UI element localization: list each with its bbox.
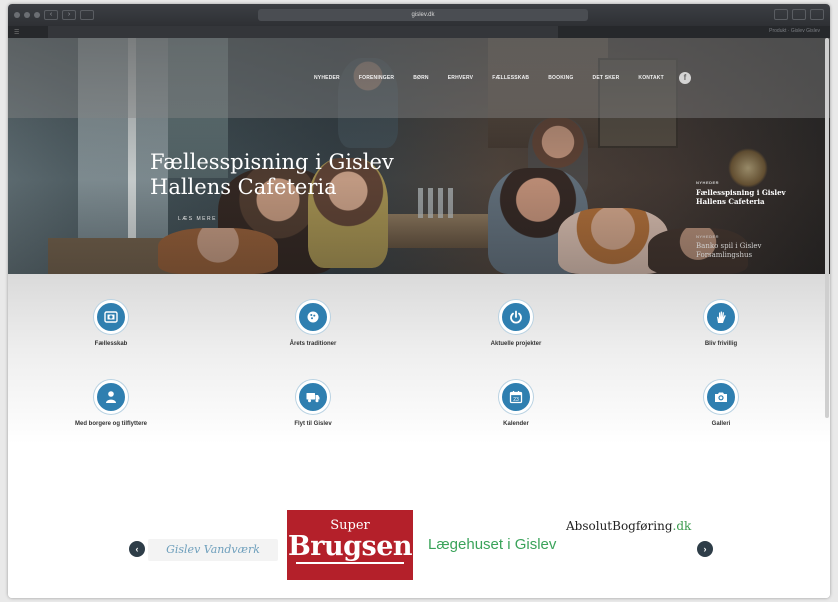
- sponsor-logo-vandvaerk[interactable]: Gislev Vandværk: [148, 539, 278, 561]
- side-item-title: Fællesspisning i Gislev Hallens Cafeteri…: [696, 188, 786, 206]
- nav-item-det-sker[interactable]: Det sker: [593, 75, 620, 81]
- feature-label: Bliv frivillig: [704, 341, 738, 347]
- feature-arets-traditioner[interactable]: Årets traditioner: [233, 300, 393, 347]
- facebook-icon[interactable]: f: [679, 72, 691, 84]
- id-card-icon: [94, 300, 128, 334]
- window-controls[interactable]: [14, 12, 40, 18]
- ball-icon: [296, 300, 330, 334]
- feature-faellesskab[interactable]: Fællesskab: [31, 300, 191, 347]
- brugsen-name-text: Brugsen: [287, 531, 413, 562]
- feature-label: Med borgere og tilflyttere: [74, 421, 147, 427]
- side-item-label: NYHEDER: [696, 180, 720, 185]
- nav-item-nyheder[interactable]: Nyheder: [314, 75, 340, 81]
- tab-strip: ☰ Produkt · Gislev Gislev: [8, 26, 830, 38]
- calendar-day: 23: [513, 397, 519, 403]
- address-bar[interactable]: gislev.dk: [258, 9, 588, 21]
- page-scrollbar[interactable]: [825, 38, 829, 418]
- feature-label: Kalender: [503, 421, 529, 427]
- brugsen-underline: [296, 562, 404, 564]
- feature-galleri[interactable]: Galleri: [641, 380, 801, 427]
- new-tab-button[interactable]: [792, 9, 806, 20]
- hand-icon: [704, 300, 738, 334]
- feature-label: Galleri: [711, 421, 731, 427]
- feature-label: Flyt til Gislev: [294, 421, 332, 427]
- nav-item-faellesskab[interactable]: Fællesskab: [492, 75, 529, 81]
- power-icon: [499, 300, 533, 334]
- side-item-title: Banko spil i Gislev Forsamlingshus: [696, 242, 762, 259]
- chevron-left-icon[interactable]: ‹: [129, 541, 145, 557]
- sponsor-carousel: ‹ Gislev Vandværk Super Brugsen Lægehuse…: [8, 444, 830, 598]
- feature-label: Aktuelle projekter: [490, 341, 542, 347]
- nav-item-booking[interactable]: Booking: [548, 75, 573, 81]
- bogforing-main-text: AbsolutBogføring: [566, 519, 673, 533]
- feature-med-borgere[interactable]: Med borgere og tilflyttere: [31, 380, 191, 427]
- tabs-overview-button[interactable]: [810, 9, 824, 20]
- hero-side-item-1[interactable]: NYHEDER Fællesspisning i Gislev Hallens …: [696, 178, 816, 206]
- browser-toolbar: ‹ › gislev.dk: [8, 4, 830, 26]
- sponsor-logo-bogforing[interactable]: AbsolutBogføring.dk: [566, 519, 691, 533]
- forward-button[interactable]: ›: [62, 10, 76, 20]
- back-button[interactable]: ‹: [44, 10, 58, 20]
- chevron-right-icon[interactable]: ›: [697, 541, 713, 557]
- nav-item-kontakt[interactable]: Kontakt: [638, 75, 663, 81]
- menu-icon[interactable]: ☰: [14, 29, 19, 36]
- sidebar-toggle-button[interactable]: [80, 10, 94, 20]
- truck-icon: [296, 380, 330, 414]
- feature-bliv-frivillig[interactable]: Bliv frivillig: [641, 300, 801, 347]
- brugsen-super-text: Super: [330, 518, 370, 533]
- feature-flyt-til-gislev[interactable]: Flyt til Gislev: [233, 380, 393, 427]
- sponsor-logo-laegehuset[interactable]: Lægehuset i Gislev: [428, 536, 556, 553]
- camera-icon: [704, 380, 738, 414]
- feature-label: Fællesskab: [94, 341, 128, 347]
- hero-side-item-2[interactable]: NYHEDER Banko spil i Gislev Forsamlingsh…: [696, 232, 816, 260]
- side-item-label: NYHEDER: [696, 234, 720, 239]
- tab-right-text: Produkt · Gislev Gislev: [769, 28, 820, 34]
- feature-kalender[interactable]: 23 Kalender: [436, 380, 596, 427]
- feature-label: Årets traditioner: [289, 341, 337, 347]
- sponsor-logo-superbrugsen[interactable]: Super Brugsen: [287, 510, 413, 580]
- calendar-icon: 23: [499, 380, 533, 414]
- bogforing-tld-text: .dk: [672, 519, 692, 533]
- browser-window: ‹ › gislev.dk ☰ Produkt · Gislev Gislev: [8, 4, 830, 598]
- nav-item-erhverv[interactable]: Erhverv: [448, 75, 473, 81]
- active-tab[interactable]: [48, 26, 558, 38]
- nav-item-born[interactable]: Børn: [413, 75, 429, 81]
- hero-title[interactable]: Fællesspisning i Gislev Hallens Cafeteri…: [150, 150, 450, 200]
- nav-item-foreninger[interactable]: Foreninger: [359, 75, 394, 81]
- hero-slider[interactable]: Nyheder Foreninger Børn Erhverv Fællessk…: [8, 38, 830, 274]
- share-button[interactable]: [774, 9, 788, 20]
- main-navigation: Nyheder Foreninger Børn Erhverv Fællessk…: [8, 38, 830, 118]
- person-icon: [94, 380, 128, 414]
- feature-aktuelle-projekter[interactable]: Aktuelle projekter: [436, 300, 596, 347]
- read-more-link[interactable]: LÆS MERE: [178, 216, 217, 222]
- feature-grid: Fællesskab Årets traditioner Aktuelle pr…: [8, 274, 830, 444]
